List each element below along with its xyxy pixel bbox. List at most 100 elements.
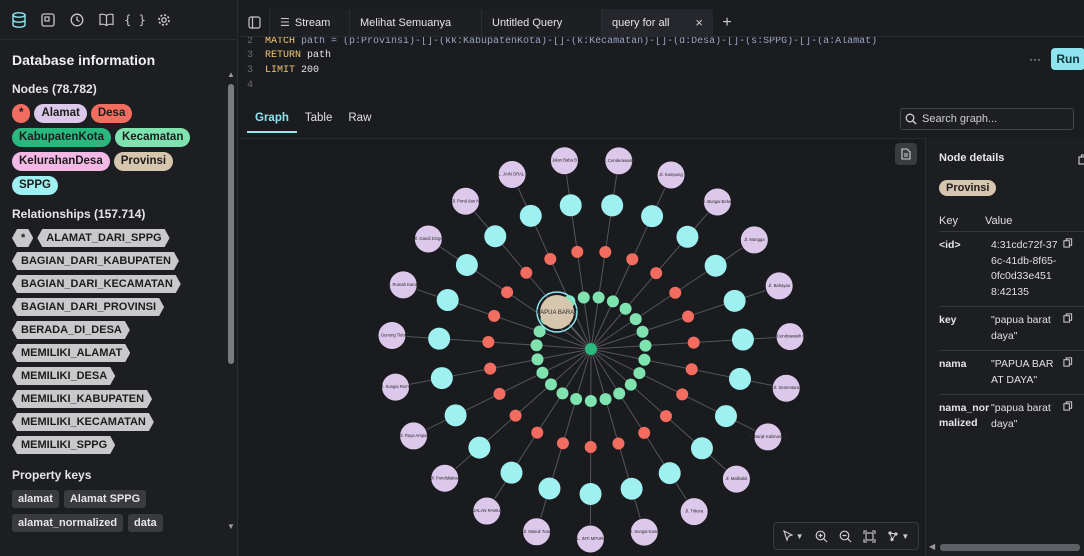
node-label-chip[interactable]: Provinsi — [113, 152, 174, 171]
sppg-node[interactable] — [704, 254, 727, 277]
relationship-edge[interactable] — [590, 348, 645, 361]
relationship-edge[interactable] — [550, 348, 592, 385]
copy-icon[interactable] — [1059, 238, 1075, 300]
desa-node[interactable] — [669, 286, 682, 299]
relationship-edge[interactable] — [645, 342, 694, 347]
kecamatan-node[interactable] — [639, 339, 652, 352]
relationship-edge[interactable] — [625, 272, 657, 310]
scrollbar-thumb[interactable] — [228, 84, 234, 364]
relationship-edge[interactable] — [598, 251, 606, 298]
relationship-type-chip[interactable]: MEMILIKI_SPPG — [12, 436, 115, 454]
sppg-node[interactable] — [641, 205, 664, 228]
graph-canvas[interactable]: Jl. Cenderawasih Jl. Kampung Jl. Bungai Be… — [239, 138, 925, 556]
tab-query-for-all[interactable]: query for all × — [601, 9, 713, 36]
relationship-type-chip[interactable]: * — [12, 229, 33, 247]
sppg-node[interactable] — [690, 437, 713, 460]
node-label-chip[interactable]: Alamat — [34, 104, 87, 123]
relationship-edge[interactable] — [590, 348, 632, 385]
relationship-edge[interactable] — [644, 359, 692, 370]
sppg-node[interactable] — [728, 367, 751, 390]
desa-node[interactable] — [612, 437, 625, 450]
kecamatan-node[interactable] — [556, 387, 569, 400]
desa-node[interactable] — [571, 245, 584, 258]
relationship-edge[interactable] — [605, 398, 619, 444]
search-graph-box[interactable] — [900, 108, 1074, 130]
relationship-edge[interactable] — [618, 393, 645, 434]
relationship-edge[interactable] — [536, 393, 563, 433]
copy-icon[interactable] — [1059, 313, 1075, 344]
desa-node[interactable] — [484, 362, 497, 375]
kecamatan-node[interactable] — [577, 291, 590, 304]
desa-node[interactable] — [520, 266, 533, 279]
desa-node[interactable] — [556, 437, 569, 450]
node-label-chip[interactable]: KabupatenKota — [12, 128, 111, 147]
relationship-type-chip[interactable]: MEMILIKI_KABUPATEN — [12, 390, 152, 408]
property-key-chip[interactable]: Alamat SPPG — [63, 490, 147, 508]
kecamatan-node[interactable] — [606, 295, 619, 308]
property-key-chip[interactable]: alamat — [12, 490, 59, 508]
tab-untitled-query[interactable]: Untitled Query — [481, 9, 601, 36]
sppg-node[interactable] — [519, 204, 542, 227]
relationship-type-chip[interactable]: MEMILIKI_KECAMATAN — [12, 413, 154, 431]
kecamatan-node[interactable] — [638, 353, 651, 366]
scroll-up-icon[interactable]: ▲ — [226, 70, 236, 79]
sppg-node[interactable] — [484, 225, 507, 248]
sppg-node[interactable] — [430, 367, 453, 390]
sidebar-toggle-icon[interactable] — [239, 9, 269, 36]
zoom-out-button[interactable] — [839, 530, 852, 543]
run-button[interactable]: Run — [1051, 48, 1084, 70]
gear-icon[interactable] — [153, 9, 175, 31]
documentation-icon[interactable] — [95, 9, 117, 31]
tab-raw[interactable]: Raw — [340, 103, 379, 133]
node-label-chip[interactable]: Desa — [90, 104, 133, 123]
relationship-edge[interactable] — [490, 358, 538, 370]
kecamatan-node[interactable] — [530, 339, 543, 352]
relationship-edge[interactable] — [575, 348, 592, 400]
add-tab-button[interactable]: + — [713, 9, 741, 36]
desa-node[interactable] — [509, 409, 522, 422]
relationship-type-chip[interactable]: BAGIAN_DARI_PROVINSI — [12, 298, 164, 316]
sppg-node[interactable] — [538, 477, 561, 500]
relationship-type-chip[interactable]: BERADA_DI_DESA — [12, 321, 130, 339]
relationship-type-chip[interactable]: ALAMAT_DARI_SPPG — [37, 229, 169, 247]
desa-node[interactable] — [501, 286, 514, 299]
desa-node[interactable] — [531, 426, 544, 439]
relationship-edge[interactable] — [639, 372, 683, 395]
relationship-edge[interactable] — [499, 372, 543, 395]
desa-node[interactable] — [544, 252, 557, 265]
close-tab-icon[interactable]: × — [695, 15, 703, 30]
desa-node[interactable] — [584, 440, 597, 453]
tab-graph[interactable]: Graph — [247, 103, 297, 133]
relationship-edge[interactable] — [635, 292, 676, 320]
kecamatan-node[interactable] — [613, 387, 626, 400]
relationship-edge[interactable] — [493, 315, 540, 332]
relationship-edge[interactable] — [515, 384, 552, 417]
desa-node[interactable] — [493, 387, 506, 400]
kecamatan-node[interactable] — [592, 291, 605, 304]
sppg-node[interactable] — [579, 482, 602, 505]
relationship-edge[interactable] — [590, 348, 607, 400]
more-options-button[interactable]: ··· — [1029, 52, 1041, 66]
relationship-edge[interactable] — [612, 259, 633, 302]
search-graph-input[interactable] — [922, 113, 1062, 125]
node-label-chip[interactable]: Provinsi — [939, 180, 997, 196]
desa-node[interactable] — [659, 410, 672, 423]
kecamatan-node[interactable] — [624, 378, 637, 391]
sppg-node[interactable] — [500, 461, 523, 484]
relationship-edge[interactable] — [562, 398, 577, 444]
scrollbar-thumb[interactable] — [940, 544, 1080, 551]
tab-stream[interactable]: ☰ Stream — [269, 9, 349, 36]
database-icon[interactable] — [8, 9, 30, 31]
tab-table[interactable]: Table — [297, 103, 341, 133]
desa-node[interactable] — [676, 388, 689, 401]
relationship-edge[interactable] — [630, 384, 667, 417]
node-label-chip[interactable]: SPPG — [12, 176, 58, 195]
details-scrollbar[interactable]: ◀ — [926, 542, 1084, 554]
sppg-node[interactable] — [676, 225, 699, 248]
fit-to-screen-button[interactable] — [863, 529, 876, 543]
sppg-node[interactable] — [658, 462, 681, 485]
sppg-node[interactable] — [444, 404, 467, 427]
relationship-type-chip[interactable]: BAGIAN_DARI_KECAMATAN — [12, 275, 181, 293]
sidebar-scrollbar[interactable]: ▲ ▼ — [226, 70, 236, 536]
copy-icon[interactable] — [1078, 152, 1084, 170]
